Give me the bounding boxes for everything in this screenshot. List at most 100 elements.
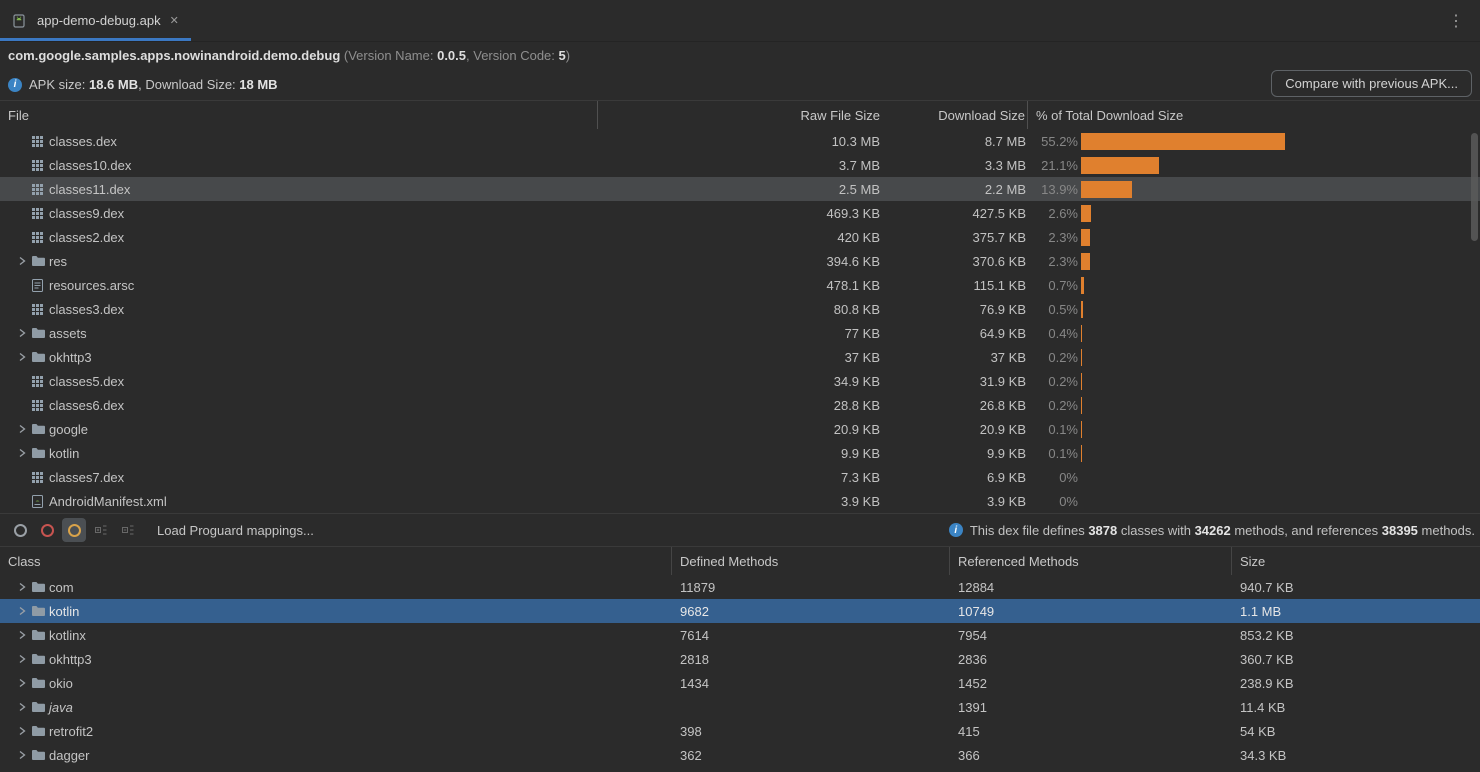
package-folder-icon bbox=[31, 701, 49, 713]
package-folder-icon bbox=[31, 629, 49, 641]
class-icon bbox=[68, 524, 81, 537]
chevron-right-icon[interactable] bbox=[12, 630, 31, 640]
collapse-all-icon[interactable] bbox=[116, 518, 140, 542]
active-tab-underline bbox=[0, 38, 191, 41]
file-row[interactable]: classes3.dex80.8 KB76.9 KB0.5% bbox=[0, 297, 1480, 321]
package-folder-icon bbox=[31, 749, 49, 761]
file-table: classes.dex10.3 MB8.7 MB55.2%classes10.d… bbox=[0, 129, 1480, 513]
file-row[interactable]: assets77 KB64.9 KB0.4% bbox=[0, 321, 1480, 345]
package-folder-icon bbox=[31, 677, 49, 689]
compare-with-previous-apk-button[interactable]: Compare with previous APK... bbox=[1271, 70, 1472, 97]
load-proguard-mappings-link[interactable]: Load Proguard mappings... bbox=[157, 523, 314, 538]
column-header-raw-file-size[interactable]: Raw File Size bbox=[598, 101, 880, 129]
chevron-right-icon[interactable] bbox=[12, 448, 31, 458]
chevron-right-icon[interactable] bbox=[12, 424, 31, 434]
version-code-label: , Version Code: bbox=[466, 48, 559, 63]
apk-size-line: i APK size: 18.6 MB, Download Size: 18 M… bbox=[0, 69, 1480, 100]
chevron-right-icon[interactable] bbox=[12, 352, 31, 362]
percent-bar-cell bbox=[1078, 465, 1480, 489]
chevron-right-icon[interactable] bbox=[12, 678, 31, 688]
class-row[interactable]: kotlin9682107491.1 MB bbox=[0, 599, 1480, 623]
column-header-download-size[interactable]: Download Size bbox=[880, 101, 1028, 129]
class-name-cell: com bbox=[0, 580, 672, 595]
show-methods-button[interactable] bbox=[35, 518, 59, 542]
tab-label: app-demo-debug.apk bbox=[37, 13, 161, 28]
defined-methods-value: 2818 bbox=[672, 652, 950, 667]
file-name-cell: classes5.dex bbox=[0, 374, 598, 389]
file-row[interactable]: classes11.dex2.5 MB2.2 MB13.9% bbox=[0, 177, 1480, 201]
file-row[interactable]: classes7.dex7.3 KB6.9 KB0% bbox=[0, 465, 1480, 489]
vertical-scrollbar[interactable] bbox=[1471, 133, 1478, 241]
referenced-methods-value: 415 bbox=[950, 724, 1232, 739]
folder-icon bbox=[31, 255, 49, 267]
file-row[interactable]: res394.6 KB370.6 KB2.3% bbox=[0, 249, 1480, 273]
class-row[interactable]: dagger36236634.3 KB bbox=[0, 743, 1480, 767]
chevron-right-icon[interactable] bbox=[12, 256, 31, 266]
raw-file-size-value: 2.5 MB bbox=[598, 182, 880, 197]
close-icon[interactable]: ✕ bbox=[170, 14, 179, 27]
dex-summary: iThis dex file defines 3878 classes with… bbox=[949, 523, 1480, 538]
file-row[interactable]: resources.arsc478.1 KB115.1 KB0.7% bbox=[0, 273, 1480, 297]
column-header-size[interactable]: Size bbox=[1232, 547, 1480, 575]
file-row[interactable]: classes5.dex34.9 KB31.9 KB0.2% bbox=[0, 369, 1480, 393]
package-folder-icon bbox=[31, 605, 49, 617]
file-row[interactable]: classes9.dex469.3 KB427.5 KB2.6% bbox=[0, 201, 1480, 225]
tab-apk-analyzer[interactable]: app-demo-debug.apk ✕ bbox=[0, 0, 191, 41]
class-row[interactable]: java139111.4 KB bbox=[0, 695, 1480, 719]
chevron-right-icon[interactable] bbox=[12, 726, 31, 736]
chevron-right-icon[interactable] bbox=[12, 750, 31, 760]
class-row[interactable]: okio14341452238.9 KB bbox=[0, 671, 1480, 695]
file-name: classes5.dex bbox=[49, 374, 124, 389]
file-row[interactable]: okhttp337 KB37 KB0.2% bbox=[0, 345, 1480, 369]
percent-bar-cell bbox=[1078, 441, 1480, 465]
percent-value: 0% bbox=[1028, 494, 1078, 509]
methods-count: 34262 bbox=[1195, 523, 1231, 538]
package-name: retrofit2 bbox=[49, 724, 93, 739]
chevron-right-icon[interactable] bbox=[12, 582, 31, 592]
package-name: dagger bbox=[49, 748, 89, 763]
file-row[interactable]: google20.9 KB20.9 KB0.1% bbox=[0, 417, 1480, 441]
file-name: classes9.dex bbox=[49, 206, 124, 221]
column-header-defined-methods[interactable]: Defined Methods bbox=[672, 547, 950, 575]
class-row[interactable]: kotlinx76147954853.2 KB bbox=[0, 623, 1480, 647]
download-size-value: 37 KB bbox=[880, 350, 1028, 365]
class-row[interactable]: com1187912884940.7 KB bbox=[0, 575, 1480, 599]
defined-methods-value: 362 bbox=[672, 748, 950, 763]
raw-file-size-value: 7.3 KB bbox=[598, 470, 880, 485]
file-name-cell: res bbox=[0, 254, 598, 269]
class-row[interactable]: retrofit239841554 KB bbox=[0, 719, 1480, 743]
percent-value: 0.2% bbox=[1028, 350, 1078, 365]
percent-bar bbox=[1081, 229, 1090, 246]
file-name: res bbox=[49, 254, 67, 269]
show-fields-button[interactable] bbox=[8, 518, 32, 542]
apk-header-line: com.google.samples.apps.nowinandroid.dem… bbox=[0, 42, 1480, 69]
column-header-file[interactable]: File bbox=[0, 101, 598, 129]
size-value: 11.4 KB bbox=[1232, 700, 1480, 715]
chevron-right-icon[interactable] bbox=[12, 654, 31, 664]
class-row[interactable]: okhttp328182836360.7 KB bbox=[0, 647, 1480, 671]
package-folder-icon bbox=[31, 581, 49, 593]
percent-value: 2.3% bbox=[1028, 254, 1078, 269]
download-size-value: 375.7 KB bbox=[880, 230, 1028, 245]
percent-bar-cell bbox=[1078, 153, 1480, 177]
chevron-right-icon[interactable] bbox=[12, 702, 31, 712]
file-row[interactable]: classes2.dex420 KB375.7 KB2.3% bbox=[0, 225, 1480, 249]
file-row[interactable]: AndroidManifest.xml3.9 KB3.9 KB0% bbox=[0, 489, 1480, 513]
dex-icon bbox=[31, 399, 49, 412]
version-code-value: 5 bbox=[559, 48, 566, 63]
column-header-class[interactable]: Class bbox=[0, 547, 672, 575]
expand-all-icon[interactable] bbox=[89, 518, 113, 542]
size-value: 940.7 KB bbox=[1232, 580, 1480, 595]
more-options-icon[interactable]: ⋮ bbox=[1432, 0, 1480, 41]
file-row[interactable]: classes.dex10.3 MB8.7 MB55.2% bbox=[0, 129, 1480, 153]
show-all-classes-button[interactable] bbox=[62, 518, 86, 542]
class-name-cell: kotlinx bbox=[0, 628, 672, 643]
column-header-percent-of-total[interactable]: % of Total Download Size bbox=[1028, 101, 1480, 129]
file-row[interactable]: classes10.dex3.7 MB3.3 MB21.1% bbox=[0, 153, 1480, 177]
class-table-header: Class Defined Methods Referenced Methods… bbox=[0, 546, 1480, 575]
file-row[interactable]: classes6.dex28.8 KB26.8 KB0.2% bbox=[0, 393, 1480, 417]
column-header-referenced-methods[interactable]: Referenced Methods bbox=[950, 547, 1232, 575]
chevron-right-icon[interactable] bbox=[12, 328, 31, 338]
chevron-right-icon[interactable] bbox=[12, 606, 31, 616]
file-row[interactable]: kotlin9.9 KB9.9 KB0.1% bbox=[0, 441, 1480, 465]
